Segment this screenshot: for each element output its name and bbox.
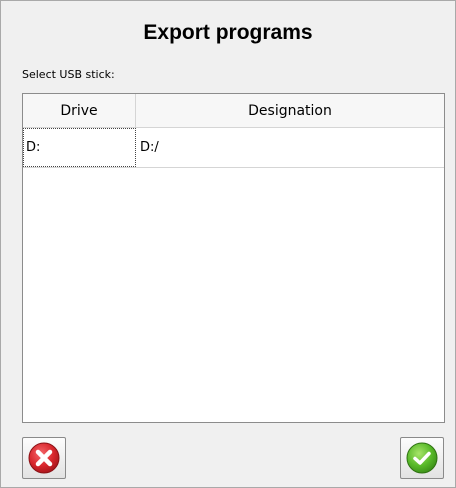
column-header-drive[interactable]: Drive — [23, 94, 136, 127]
confirm-button[interactable] — [400, 437, 444, 479]
green-check-circle-icon — [406, 442, 438, 474]
red-x-circle-icon — [28, 442, 60, 474]
select-usb-label: Select USB stick: — [22, 68, 115, 81]
table-header: Drive Designation — [23, 94, 444, 128]
dialog-title: Export programs — [143, 21, 313, 44]
cell-drive[interactable]: D: — [23, 128, 136, 167]
usb-drive-table: Drive Designation D: D:/ — [22, 93, 445, 423]
cell-designation[interactable]: D:/ — [136, 128, 444, 167]
cancel-button[interactable] — [22, 437, 66, 479]
column-header-designation[interactable]: Designation — [136, 94, 444, 127]
table-row[interactable]: D: D:/ — [23, 128, 444, 168]
export-programs-dialog: Export programs Select USB stick: Drive … — [0, 0, 456, 488]
